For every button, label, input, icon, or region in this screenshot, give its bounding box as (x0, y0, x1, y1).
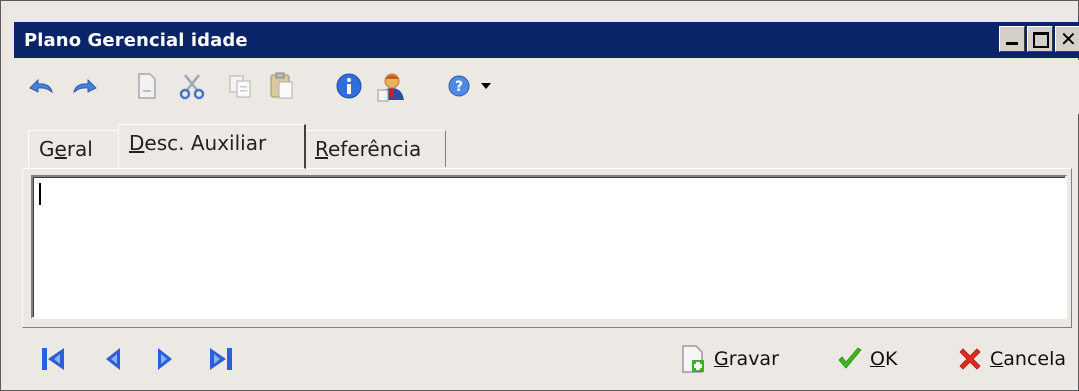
ok-button[interactable]: OK (836, 342, 897, 376)
title-bar[interactable]: Plano Gerencial idade ✕ (14, 22, 1079, 58)
desc-auxiliar-textarea[interactable] (31, 175, 1067, 319)
undo-icon (29, 78, 53, 94)
gravar-label: Gravar (714, 348, 779, 370)
tab-desc-auxiliar-label: Desc. Auxiliar (129, 130, 267, 155)
help-button[interactable]: ? (444, 70, 474, 102)
close-icon: ✕ (1060, 27, 1077, 51)
bottom-bar: Gravar OK Cancela (14, 334, 1079, 384)
previous-record-button[interactable] (98, 344, 128, 374)
redo-button[interactable] (68, 70, 102, 102)
redo-icon (73, 78, 97, 94)
close-button[interactable]: ✕ (1055, 26, 1079, 52)
new-document-icon (138, 73, 156, 99)
dropdown-arrow-icon (481, 83, 491, 89)
help-dropdown[interactable] (478, 70, 494, 102)
cancela-label: Cancela (990, 348, 1067, 370)
toolbar: ? (14, 60, 1079, 114)
copy-icon (229, 75, 251, 98)
help-icon: ? (448, 75, 470, 97)
previous-record-icon (106, 348, 120, 370)
checkmark-icon (838, 347, 862, 369)
user-icon (377, 73, 404, 102)
cancel-x-icon (959, 348, 981, 370)
save-document-icon (682, 345, 704, 373)
window-controls: ✕ (999, 26, 1079, 52)
text-caret (39, 183, 41, 205)
ok-label: OK (870, 348, 898, 370)
cut-button[interactable] (176, 70, 208, 102)
tab-referencia-label: Referência (315, 137, 422, 161)
tab-panel (22, 168, 1072, 328)
maximize-button[interactable] (1027, 26, 1053, 52)
gravar-button[interactable]: Gravar (680, 342, 779, 376)
svg-text:?: ? (455, 79, 463, 95)
next-record-icon (158, 348, 172, 370)
tab-geral[interactable]: Geral (28, 130, 120, 167)
paste-button[interactable] (266, 70, 298, 102)
paste-icon (270, 72, 293, 99)
copy-button[interactable] (224, 70, 256, 102)
tab-referencia[interactable]: Referência (304, 130, 446, 167)
minimize-button[interactable] (999, 26, 1025, 52)
next-record-button[interactable] (150, 344, 180, 374)
first-record-icon (42, 348, 64, 370)
last-record-button[interactable] (206, 344, 236, 374)
window-title: Plano Gerencial idade (24, 29, 248, 51)
tab-geral-label: Geral (39, 137, 93, 161)
dialog-window: Plano Gerencial idade ✕ ? Geral Desc. Au… (0, 0, 1079, 391)
new-button[interactable] (132, 70, 162, 102)
user-button[interactable] (374, 70, 410, 102)
cancela-button[interactable]: Cancela (956, 342, 1066, 376)
info-button[interactable] (332, 70, 366, 102)
info-icon (336, 73, 362, 99)
last-record-icon (210, 348, 232, 370)
first-record-button[interactable] (38, 344, 68, 374)
tab-desc-auxiliar[interactable]: Desc. Auxiliar (118, 124, 306, 169)
undo-button[interactable] (24, 70, 58, 102)
cut-icon (179, 74, 205, 100)
